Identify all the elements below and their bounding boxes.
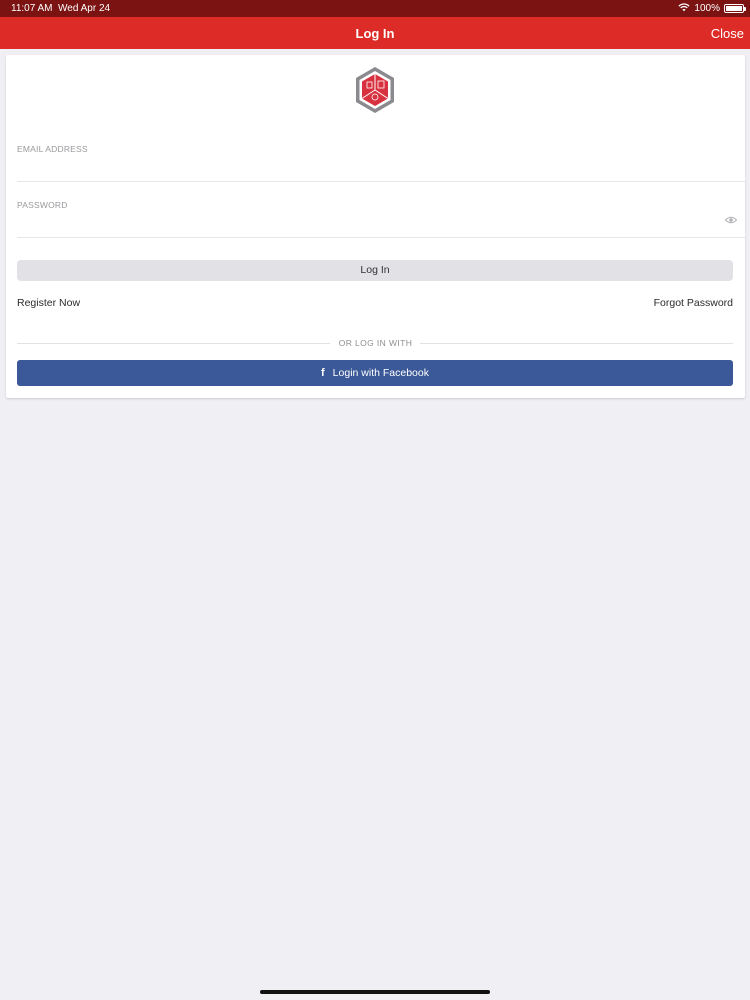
battery-icon (724, 4, 746, 13)
login-card: EMAIL ADDRESS PASSWORD Log In Register N… (6, 55, 745, 398)
battery-fill (726, 6, 742, 11)
home-indicator[interactable] (260, 990, 490, 994)
facebook-login-button[interactable]: f Login with Facebook (17, 360, 733, 386)
eye-icon[interactable] (724, 213, 738, 225)
status-time: 11:07 AM (11, 3, 53, 14)
status-right: 100% (678, 2, 746, 15)
status-date: Wed Apr 24 (58, 3, 111, 14)
password-label: PASSWORD (17, 200, 68, 210)
nav-bar: Log In Close (0, 17, 750, 49)
register-link[interactable]: Register Now (17, 297, 80, 309)
email-label: EMAIL ADDRESS (17, 144, 88, 154)
forgot-password-link[interactable]: Forgot Password (654, 297, 733, 309)
close-button[interactable]: Close (711, 26, 744, 41)
email-field[interactable] (17, 158, 717, 176)
email-divider (17, 181, 745, 182)
page-title: Log In (355, 26, 395, 41)
wifi-icon (678, 2, 690, 15)
login-button[interactable]: Log In (17, 260, 733, 281)
facebook-button-label: Login with Facebook (332, 367, 429, 379)
or-divider-right (420, 343, 733, 344)
password-divider (17, 237, 745, 238)
password-field[interactable] (17, 213, 707, 231)
facebook-icon: f (321, 367, 325, 379)
status-bar: 11:07 AM Wed Apr 24 100% (0, 0, 750, 17)
hexagon-logo-icon (354, 66, 396, 114)
battery-percentage: 100% (694, 3, 720, 14)
